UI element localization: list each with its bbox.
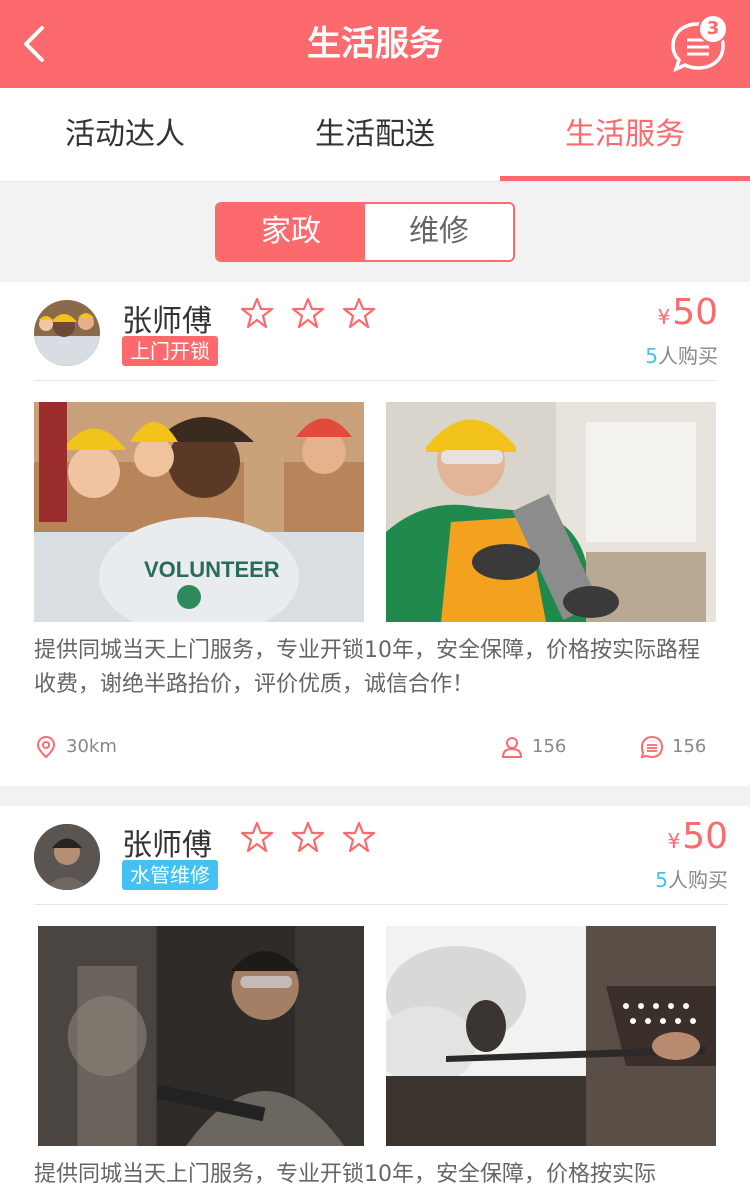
segment-housekeeping[interactable]: 家政 <box>217 204 365 260</box>
segment-repair[interactable]: 维修 <box>365 204 513 260</box>
message-count-badge: 3 <box>698 14 728 44</box>
distance-value: 30km <box>66 736 117 757</box>
user-icon <box>501 737 523 758</box>
price: ¥50 <box>667 816 728 857</box>
svg-text:VOLUNTEER: VOLUNTEER <box>144 557 280 582</box>
currency-symbol: ¥ <box>657 305 671 329</box>
page-title: 生活服务 <box>307 24 443 64</box>
service-photo[interactable] <box>386 402 716 622</box>
card-divider <box>34 380 716 381</box>
segment-bar: 家政 维修 <box>0 182 750 282</box>
service-photo[interactable]: VOLUNTEER <box>34 402 364 622</box>
location-pin-icon <box>36 735 56 759</box>
buyer-number: 5 <box>645 344 658 368</box>
like-count[interactable]: 156 <box>500 730 566 764</box>
comment-value: 156 <box>672 736 707 757</box>
like-value: 156 <box>532 736 567 757</box>
comment-count[interactable]: 156 <box>640 730 706 764</box>
service-type-segment: 家政 维修 <box>215 202 515 262</box>
buyer-count: 5人购买 <box>655 864 728 893</box>
buyer-suffix: 人购买 <box>668 868 728 892</box>
category-tabs: 活动达人 生活配送 生活服务 <box>0 88 750 182</box>
star-icon <box>343 821 376 853</box>
rating-stars <box>240 296 388 330</box>
card-stats: 30km 156 156 <box>0 730 750 764</box>
buyer-number: 5 <box>655 868 668 892</box>
star-icon <box>240 821 274 853</box>
buyer-count: 5人购买 <box>645 340 718 369</box>
tab-life-services[interactable]: 生活服务 <box>500 88 750 182</box>
service-photo[interactable] <box>38 926 364 1146</box>
price-value: 50 <box>672 292 718 333</box>
active-tab-indicator <box>500 176 750 181</box>
provider-name: 张师傅 <box>122 828 212 863</box>
distance: 30km <box>34 730 117 764</box>
service-description: 提供同城当天上门服务，专业开锁10年，安全保障，价格按实际 <box>34 1162 656 1187</box>
star-icon <box>291 821 325 853</box>
rating-stars <box>240 820 388 854</box>
service-tag: 水管维修 <box>122 860 218 890</box>
star-icon <box>240 297 274 329</box>
service-tag: 上门开锁 <box>122 336 218 366</box>
tab-life-delivery[interactable]: 生活配送 <box>250 88 500 182</box>
price-value: 50 <box>682 816 728 857</box>
currency-symbol: ¥ <box>667 829 681 853</box>
tab-activity-experts[interactable]: 活动达人 <box>0 88 250 182</box>
service-description: 提供同城当天上门服务，专业开锁10年，安全保障，价格按实际路程收费，谢绝半路抬价… <box>34 638 700 697</box>
comment-icon <box>640 735 664 759</box>
app-header: 生活服务 3 <box>0 0 750 88</box>
avatar[interactable] <box>34 824 100 890</box>
provider-name: 张师傅 <box>122 304 212 339</box>
avatar[interactable] <box>34 300 100 366</box>
service-card[interactable]: 张师傅 上门开锁 ¥50 5人购买 VOLUNTEER 提供同城当天上门服务，专… <box>0 282 750 786</box>
service-card[interactable]: 张师傅 水管维修 ¥50 5人购买 提供同城当天上门服务，专业开锁10年，安全保… <box>0 806 750 1196</box>
price: ¥50 <box>657 292 718 333</box>
star-icon <box>343 297 376 329</box>
buyer-suffix: 人购买 <box>658 344 718 368</box>
service-photo[interactable] <box>386 926 716 1146</box>
star-icon <box>291 297 325 329</box>
card-divider <box>34 904 728 905</box>
